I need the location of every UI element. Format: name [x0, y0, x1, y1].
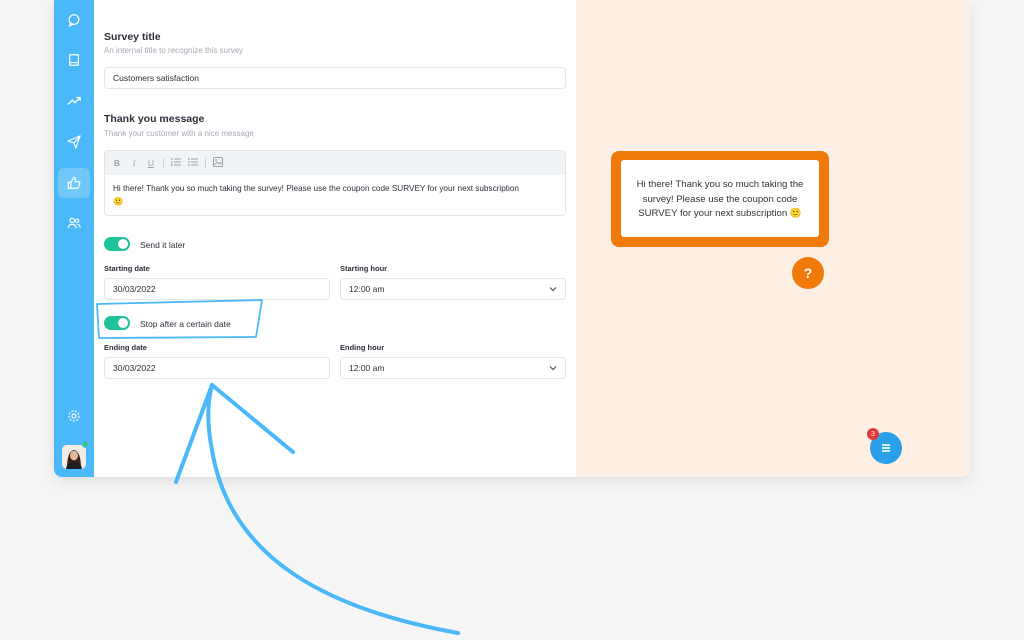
sidebar [54, 0, 94, 477]
starting-date-label: Starting date [104, 264, 150, 273]
italic-icon[interactable]: I [129, 158, 139, 168]
question-mark-icon: ? [803, 265, 813, 281]
ending-hour-select[interactable]: 12:00 am [340, 357, 566, 379]
bullet-list-icon[interactable] [188, 157, 198, 169]
notification-badge: 3 [867, 428, 879, 440]
bold-icon[interactable]: B [112, 158, 122, 168]
survey-title-heading: Survey title [104, 31, 161, 43]
send-later-label: Send it later [140, 240, 186, 250]
starting-hour-value: 12:00 am [349, 284, 385, 294]
chevron-down-icon [549, 366, 557, 371]
survey-title-subheading: An internal title to recognize this surv… [104, 46, 244, 55]
app-window: Survey title An internal title to recogn… [54, 0, 970, 477]
preview-message-bubble: Hi there! Thank you so much taking the s… [611, 151, 829, 247]
chat-icon[interactable] [65, 11, 83, 29]
avatar[interactable] [62, 445, 86, 469]
thank-you-message-text: Hi there! Thank you so much taking the s… [113, 184, 519, 193]
thank-you-editor[interactable]: B I U Hi there! Thank you so much taking… [104, 150, 566, 216]
trending-icon[interactable] [65, 92, 83, 110]
underline-icon[interactable]: U [146, 158, 156, 168]
smile-emoji-icon: 🙂 [789, 208, 802, 219]
thank-you-subheading: Thank your customer with a nice message [104, 129, 254, 138]
stop-after-label: Stop after a certain date [140, 319, 231, 329]
settings-icon[interactable] [65, 407, 83, 425]
toolbar-divider [205, 158, 206, 168]
menu-icon [882, 444, 890, 452]
editor-content[interactable]: Hi there! Thank you so much taking the s… [105, 175, 565, 208]
image-icon[interactable] [213, 157, 223, 169]
ending-hour-value: 12:00 am [349, 363, 385, 373]
users-icon[interactable] [65, 214, 83, 232]
smile-emoji-icon: 🙂 [113, 197, 124, 206]
send-icon[interactable] [65, 133, 83, 151]
ending-hour-label: Ending hour [340, 343, 385, 352]
help-button[interactable]: ? [792, 257, 824, 289]
survey-title-value: Customers satisfaction [113, 73, 199, 83]
starting-hour-label: Starting hour [340, 264, 388, 273]
preview-message-text: Hi there! Thank you so much taking the s… [636, 179, 804, 219]
starting-hour-select[interactable]: 12:00 am [340, 278, 566, 300]
editor-toolbar: B I U [105, 151, 565, 175]
thumbs-up-icon[interactable] [58, 168, 90, 198]
ending-date-input[interactable]: 30/03/2022 [104, 357, 330, 379]
starting-date-input[interactable]: 30/03/2022 [104, 278, 330, 300]
ending-date-label: Ending date [104, 343, 147, 352]
chevron-down-icon [549, 287, 557, 292]
online-status-dot [82, 441, 89, 448]
thank-you-heading: Thank you message [104, 113, 205, 125]
ordered-list-icon[interactable] [171, 157, 181, 169]
survey-title-input[interactable]: Customers satisfaction [104, 67, 566, 89]
send-later-toggle[interactable] [104, 237, 130, 251]
stop-after-toggle[interactable] [104, 316, 130, 330]
starting-date-value: 30/03/2022 [113, 284, 156, 294]
toolbar-divider [163, 158, 164, 168]
ending-date-value: 30/03/2022 [113, 363, 156, 373]
survey-form: Survey title An internal title to recogn… [94, 0, 576, 477]
preview-message-card: Hi there! Thank you so much taking the s… [621, 160, 819, 237]
book-icon[interactable] [65, 51, 83, 69]
